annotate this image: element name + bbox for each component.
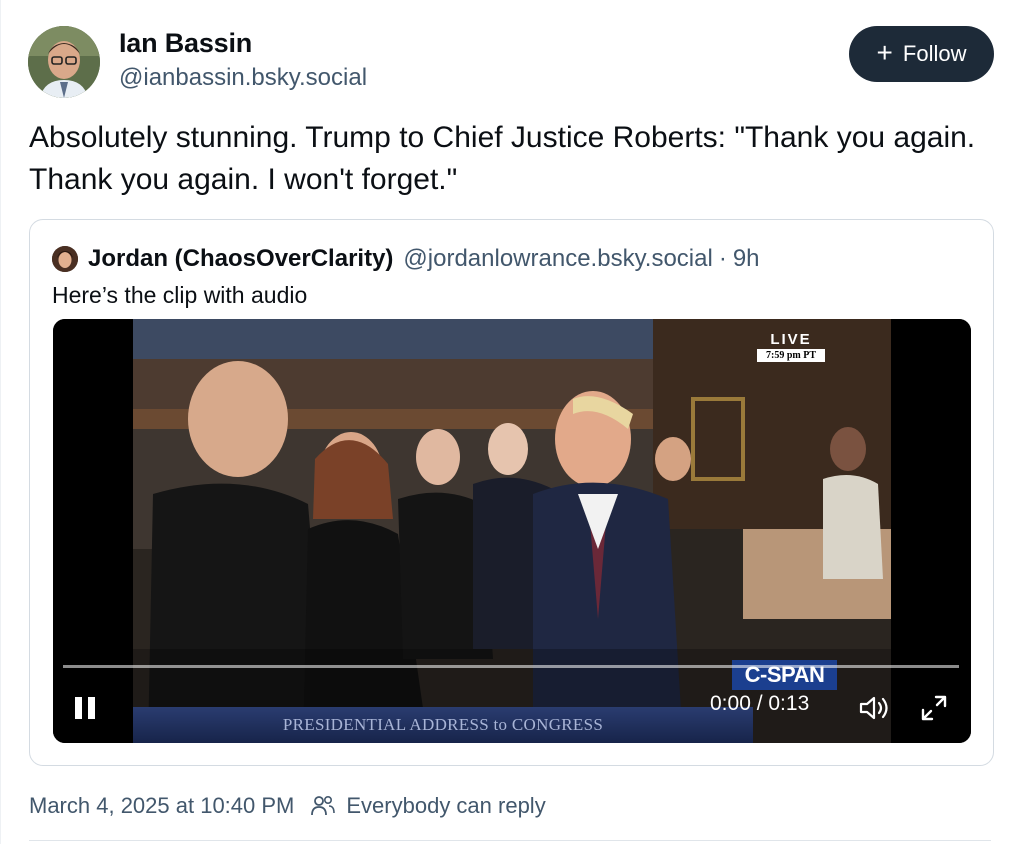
fullscreen-icon[interactable]	[919, 693, 949, 723]
quoted-author-handle[interactable]: @jordanlowrance.bsky.social	[403, 245, 712, 273]
quoted-author-name[interactable]: Jordan (ChaosOverClarity)	[88, 245, 393, 273]
people-icon	[311, 795, 336, 816]
post-meta: March 4, 2025 at 10:40 PM Everybody can …	[29, 793, 546, 819]
quoted-author-avatar[interactable]	[52, 246, 78, 272]
bottom-divider	[29, 840, 991, 841]
pause-bar-left	[75, 697, 82, 719]
live-badge: LIVE 7:59 pm PT	[757, 331, 825, 362]
post-text: Absolutely stunning. Trump to Chief Just…	[29, 121, 976, 196]
separator-dot: ·	[718, 245, 727, 272]
reply-setting[interactable]: Everybody can reply	[346, 793, 545, 819]
video-chyron: PRESIDENTIAL ADDRESS to CONGRESS	[133, 707, 753, 743]
follow-button[interactable]: + Follow	[849, 26, 994, 82]
live-label: LIVE	[770, 331, 812, 348]
author-avatar[interactable]	[28, 26, 100, 98]
author-handle[interactable]: @ianbassin.bsky.social	[119, 64, 367, 92]
fullscreen-glyph	[921, 695, 947, 721]
quoted-post-header: Jordan (ChaosOverClarity) @jordanlowranc…	[52, 244, 760, 274]
video-player[interactable]: LIVE 7:59 pm PT PRESIDENTIAL ADDRESS to …	[53, 319, 971, 743]
quoted-post-age: 9h	[732, 245, 760, 272]
pause-bar-right	[88, 697, 95, 719]
post: Ian Bassin @ianbassin.bsky.social + Foll…	[0, 0, 1020, 844]
post-timestamp[interactable]: March 4, 2025 at 10:40 PM	[29, 793, 294, 819]
quoted-post-text: Here’s the clip with audio	[52, 282, 308, 308]
volume-icon[interactable]	[857, 693, 891, 723]
live-time: 7:59 pm PT	[757, 349, 825, 362]
left-border	[0, 0, 1, 844]
plus-icon: +	[876, 37, 893, 68]
pause-icon[interactable]	[75, 697, 101, 723]
quoted-post[interactable]: Jordan (ChaosOverClarity) @jordanlowranc…	[29, 219, 994, 766]
quoted-avatar-image	[52, 246, 78, 272]
video-time: 0:00 / 0:13	[710, 692, 810, 715]
author-name[interactable]: Ian Bassin	[119, 28, 252, 59]
video-progress-bar[interactable]	[63, 665, 959, 668]
avatar-image	[28, 26, 100, 98]
volume-glyph	[859, 696, 888, 720]
follow-button-label: Follow	[902, 41, 967, 66]
